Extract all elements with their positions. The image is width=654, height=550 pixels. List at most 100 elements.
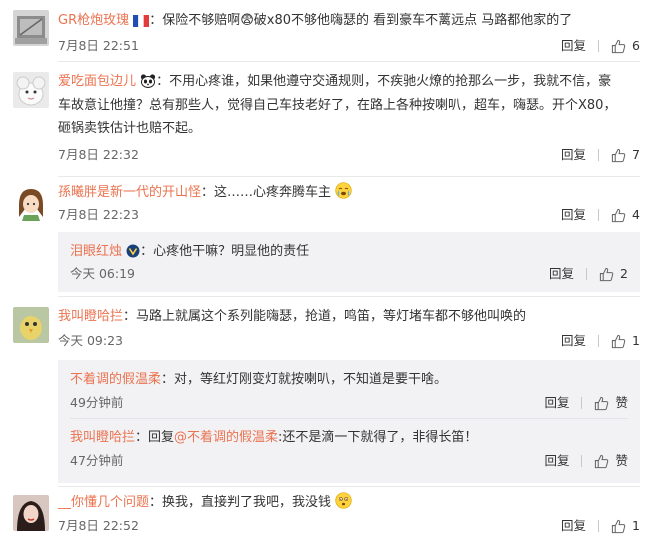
comment-4: 我叫瞪哈拦：马路上就属这个系列能嗨瑟，抢道，鸣笛，等灯堵车都不够他叫唤的 今天 … [0, 297, 654, 483]
avatar[interactable] [13, 72, 49, 108]
divider [598, 40, 600, 52]
like-button[interactable]: 1 [611, 516, 640, 536]
username-link[interactable]: 泪眼红烛 [70, 244, 122, 259]
comment-text: 孫曦胖是新一代的开山怪：这……心疼奔腾车主 [58, 181, 640, 207]
avatar[interactable] [13, 495, 49, 531]
reply-divider [70, 418, 628, 419]
reply-text: 泪眼红烛 ：心疼他干嘛？明显他的责任 [70, 240, 628, 266]
username-link[interactable]: 爱吃面包边儿 [58, 74, 136, 89]
comment-3: 孫曦胖是新一代的开山怪：这……心疼奔腾车主 7月8日 22:23 回复 4 泪眼… [0, 177, 654, 296]
avatar-image-icon [13, 10, 49, 46]
like-count: 4 [632, 207, 640, 222]
like-count: 7 [632, 147, 640, 162]
reply-meta: 49分钟前 回复 赞 [70, 393, 628, 413]
username-link[interactable]: __你懂几个问题 [58, 495, 149, 510]
avatar[interactable] [13, 307, 49, 343]
reply-button[interactable]: 回复 [561, 145, 586, 165]
mention-link[interactable]: @不着调的假温柔 [174, 430, 278, 445]
thumbs-up-icon [611, 519, 626, 533]
divider [586, 268, 588, 280]
username-link[interactable]: GR枪炮玫瑰 [58, 13, 129, 28]
divider [598, 335, 600, 347]
reply-button[interactable]: 回复 [544, 451, 569, 471]
avatar[interactable] [13, 185, 49, 221]
reply-body: :还不是滴一下就得了，非得长笛！ [278, 430, 478, 445]
reply-button[interactable]: 回复 [561, 331, 586, 351]
avatar[interactable] [13, 10, 49, 46]
thumbs-up-icon [611, 334, 626, 348]
comment-body: ：马路上就属这个系列能嗨瑟，抢道，鸣笛，等灯堵车都不够他叫唤的 [123, 309, 527, 324]
timestamp: 49分钟前 [70, 395, 124, 410]
like-count: 6 [632, 38, 640, 53]
comment-text: __你懂几个问题：换我，直接判了我吧，我没钱 [58, 491, 640, 517]
timestamp: 7月8日 22:51 [58, 38, 139, 53]
like-button[interactable]: 1 [611, 331, 640, 351]
divider [598, 149, 600, 161]
like-count: 2 [620, 266, 628, 281]
like-button[interactable]: 2 [599, 264, 628, 284]
timestamp: 7月8日 22:52 [58, 518, 139, 533]
timestamp: 今天 06:19 [70, 266, 135, 281]
comment-meta: 7月8日 22:32 回复 7 [58, 145, 640, 165]
comment-meta: 7月8日 22:52 回复 1 [58, 516, 640, 536]
reply-button[interactable]: 回复 [561, 516, 586, 536]
panda-icon [140, 73, 156, 96]
comment-2: 爱吃面包边儿 ：不用心疼谁，如果他遵守交通规则，不疾驰火燎的抢那么一步，我就不信… [0, 62, 654, 177]
comment-body: ：不用心疼谁，如果他遵守交通规则，不疾驰火燎的抢那么一步，我就不信，豪 [156, 74, 612, 89]
like-button[interactable]: 4 [611, 205, 640, 225]
reply-button[interactable]: 回复 [549, 264, 574, 284]
thumbs-up-icon [595, 396, 609, 410]
reply-body: ：对，等红灯刚变灯就按喇叭，不知道是要干啥。 [161, 372, 448, 387]
like-count: 1 [632, 333, 640, 348]
divider [598, 209, 600, 221]
comment-text: 爱吃面包边儿 ：不用心疼谁，如果他遵守交通规则，不疾驰火燎的抢那么一步，我就不信… [58, 70, 640, 96]
thumbs-up-icon [595, 454, 609, 468]
comment-body: ：保险不够赔啊😨破x80不够他嗨瑟的 看到豪车不蓠远点 马路都他家的了 [149, 13, 573, 28]
username-link[interactable]: 不着调的假温柔 [70, 372, 161, 387]
username-link[interactable]: 我叫瞪哈拦 [58, 309, 123, 324]
reply-button[interactable]: 回复 [544, 393, 569, 413]
comment-meta: 7月8日 22:51 回复 6 [58, 36, 640, 56]
divider [581, 397, 583, 409]
comment-text: 我叫瞪哈拦：马路上就属这个系列能嗨瑟，抢道，鸣笛，等灯堵车都不够他叫唤的 [58, 305, 640, 328]
like-button[interactable]: 赞 [594, 451, 628, 471]
timestamp: 7月8日 22:32 [58, 147, 139, 162]
thumbs-up-icon [611, 148, 626, 162]
like-label: 赞 [615, 395, 628, 410]
reply-meta: 47分钟前 回复 赞 [70, 451, 628, 471]
avatar-image-icon [13, 185, 49, 221]
username-link[interactable]: 孫曦胖是新一代的开山怪 [58, 185, 201, 200]
comment-meta: 7月8日 22:23 回复 4 [58, 205, 640, 225]
comment-body: ：这……心疼奔腾车主 [201, 185, 332, 200]
like-button[interactable]: 赞 [594, 393, 628, 413]
reply-prefix: ：回复 [135, 430, 175, 445]
timestamp: 47分钟前 [70, 453, 124, 468]
comment-text-line-2: 车故意让他撞？总有那些人，觉得自己车技老好了，在路上各种按喇叭，超车，嗨瑟。开个… [58, 98, 617, 113]
reply-button[interactable]: 回复 [561, 36, 586, 56]
reply-meta: 今天 06:19 回复 2 [70, 264, 628, 284]
username-link[interactable]: 我叫瞪哈拦 [70, 430, 135, 445]
divider [598, 520, 600, 532]
reply-body: ：心疼他干嘛？明显他的责任 [140, 244, 310, 259]
like-button[interactable]: 7 [611, 145, 640, 165]
reply-thread: 泪眼红烛 ：心疼他干嘛？明显他的责任 今天 06:19 回复 2 [58, 232, 640, 292]
crying-face-icon [335, 182, 352, 207]
reply-text: 我叫瞪哈拦：回复@不着调的假温柔:还不是滴一下就得了，非得长笛！ [70, 426, 628, 449]
reply-text: 不着调的假温柔：对，等红灯刚变灯就按喇叭，不知道是要干啥。 [70, 368, 628, 391]
reply-button[interactable]: 回复 [561, 205, 586, 225]
comment-text-line-3: 砸锅卖铁估计也赔不起。 [58, 121, 202, 136]
vip-icon [126, 243, 140, 266]
comment-1: GR枪炮玫瑰 ：保险不够赔啊😨破x80不够他嗨瑟的 看到豪车不蓠远点 马路都他家… [0, 0, 654, 62]
worried-face-icon [335, 492, 352, 517]
like-count: 1 [632, 518, 640, 533]
thumbs-up-icon [599, 267, 614, 281]
timestamp: 今天 09:23 [58, 333, 123, 348]
comment-text: GR枪炮玫瑰 ：保险不够赔啊😨破x80不够他嗨瑟的 看到豪车不蓠远点 马路都他家… [58, 9, 640, 35]
like-button[interactable]: 6 [611, 36, 640, 56]
comment-5: __你懂几个问题：换我，直接判了我吧，我没钱 7月8日 22:52 回复 1 [0, 487, 654, 550]
thumbs-up-icon [611, 208, 626, 222]
comment-body: ：换我，直接判了我吧，我没钱 [149, 495, 332, 510]
like-label: 赞 [615, 453, 628, 468]
avatar-image-icon [13, 495, 49, 531]
thumbs-up-icon [611, 39, 626, 53]
